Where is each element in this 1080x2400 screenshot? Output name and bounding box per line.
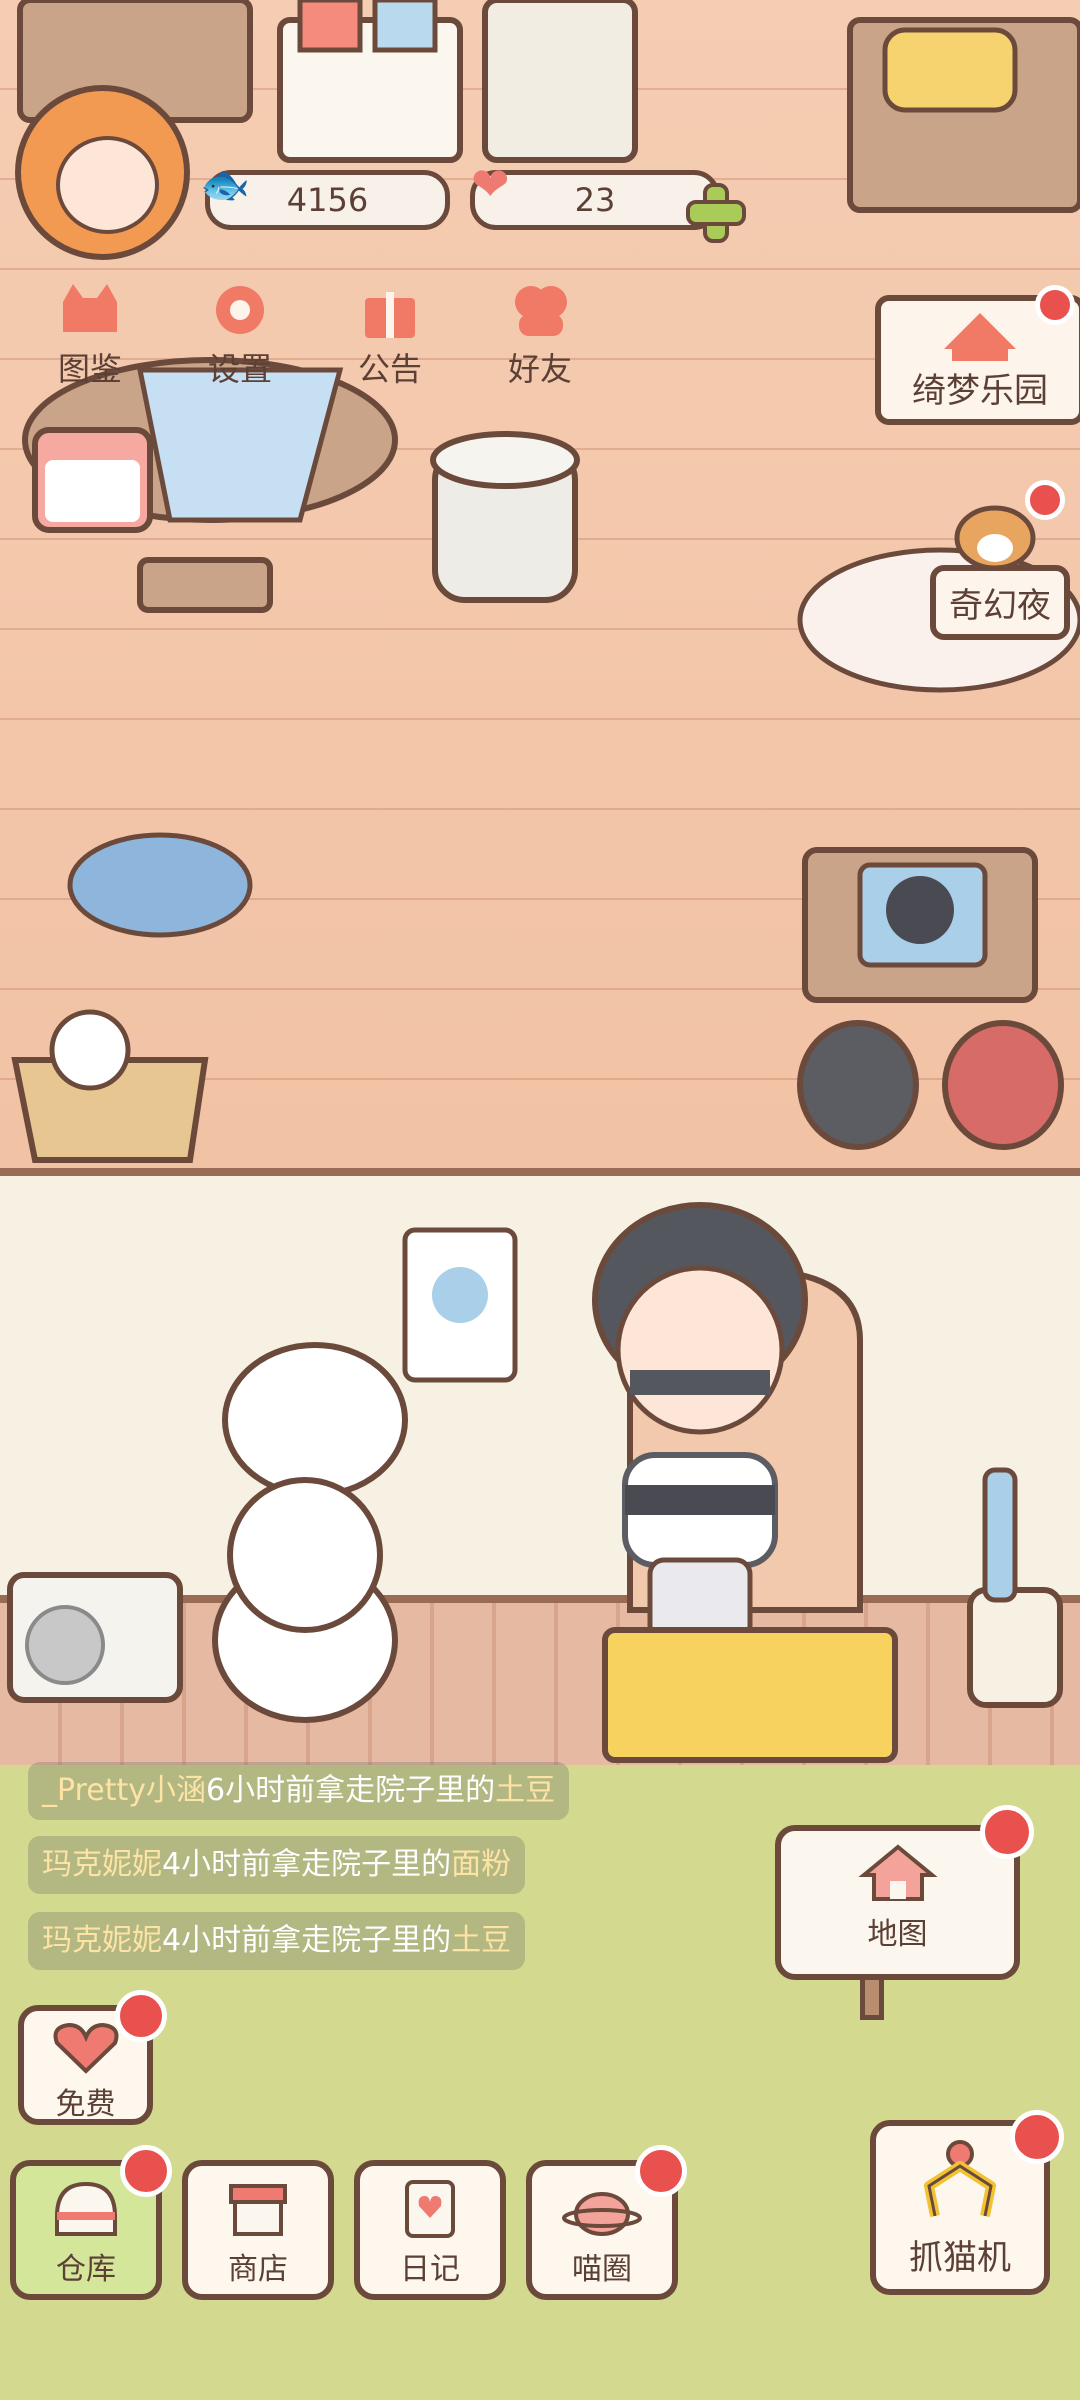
stool (137, 557, 273, 613)
player-avatar[interactable] (15, 85, 190, 260)
notification-dot (1025, 480, 1065, 520)
bear-toy (49, 1009, 131, 1091)
map-button[interactable]: 地图 (775, 1825, 1020, 1980)
heart-count: 23 (574, 181, 616, 219)
cat-book-icon (63, 284, 117, 332)
notification-dot (980, 1805, 1034, 1859)
notification-dot (635, 2145, 687, 2197)
plus-icon (686, 183, 746, 243)
event-fantasy-night[interactable]: 奇幻夜 (930, 565, 1070, 640)
blue-cushion (67, 832, 253, 938)
notification-dot (120, 2145, 172, 2197)
circus-tent-icon (944, 312, 1016, 361)
owl-doll (797, 1020, 919, 1150)
warehouse-icon (55, 2181, 117, 2236)
menu-catalog[interactable]: 图鉴 (30, 280, 150, 390)
claw-icon (924, 2140, 996, 2217)
fish-counter: 🐟 4156 (200, 162, 450, 230)
owl-doll (942, 1020, 1064, 1150)
nav-diary[interactable]: 日记 (354, 2160, 506, 2300)
gift-box (297, 0, 363, 53)
feed-item: _Pretty小涵6小时前拿走院子里的土豆 (28, 1762, 570, 1820)
menu-announcement[interactable]: 公告 (330, 280, 450, 390)
heart-icon (53, 2022, 118, 2074)
water-dispenser (482, 0, 638, 163)
shop-icon (229, 2184, 287, 2236)
umbrella-stand (967, 1587, 1063, 1708)
heart-icon: ❤ (471, 157, 510, 211)
add-heart-button[interactable] (685, 182, 747, 244)
diary-icon (405, 2180, 455, 2238)
notification-dot (1035, 285, 1075, 325)
fish-count: 4156 (286, 181, 369, 219)
courtyard-scene (7, 1202, 1063, 1763)
menu-settings[interactable]: 设置 (180, 280, 300, 390)
feed-item: 玛克妮妮4小时前拿走院子里的土豆 (28, 1912, 526, 1970)
heart-counter: ❤ 23 (470, 157, 720, 230)
house-icon (857, 1844, 938, 1901)
fish-icon: 🐟 (200, 162, 250, 208)
telephone (882, 27, 1018, 113)
gift-box (372, 0, 438, 53)
gift-icon (365, 292, 415, 338)
speech-bubble (222, 1342, 408, 1498)
friends-icon (515, 286, 567, 336)
notification-dot (115, 1990, 167, 2042)
planet-cat-icon (562, 2192, 642, 2236)
feed-item: 玛克妮妮4小时前拿走院子里的面粉 (28, 1836, 526, 1894)
top-menu: 图鉴 设置 公告 好友 (30, 280, 600, 390)
doormat (602, 1627, 898, 1763)
nav-shop[interactable]: 商店 (182, 2160, 334, 2300)
gear-icon (216, 286, 264, 334)
menu-friends[interactable]: 好友 (480, 280, 600, 390)
notification-dot (1010, 2110, 1064, 2164)
